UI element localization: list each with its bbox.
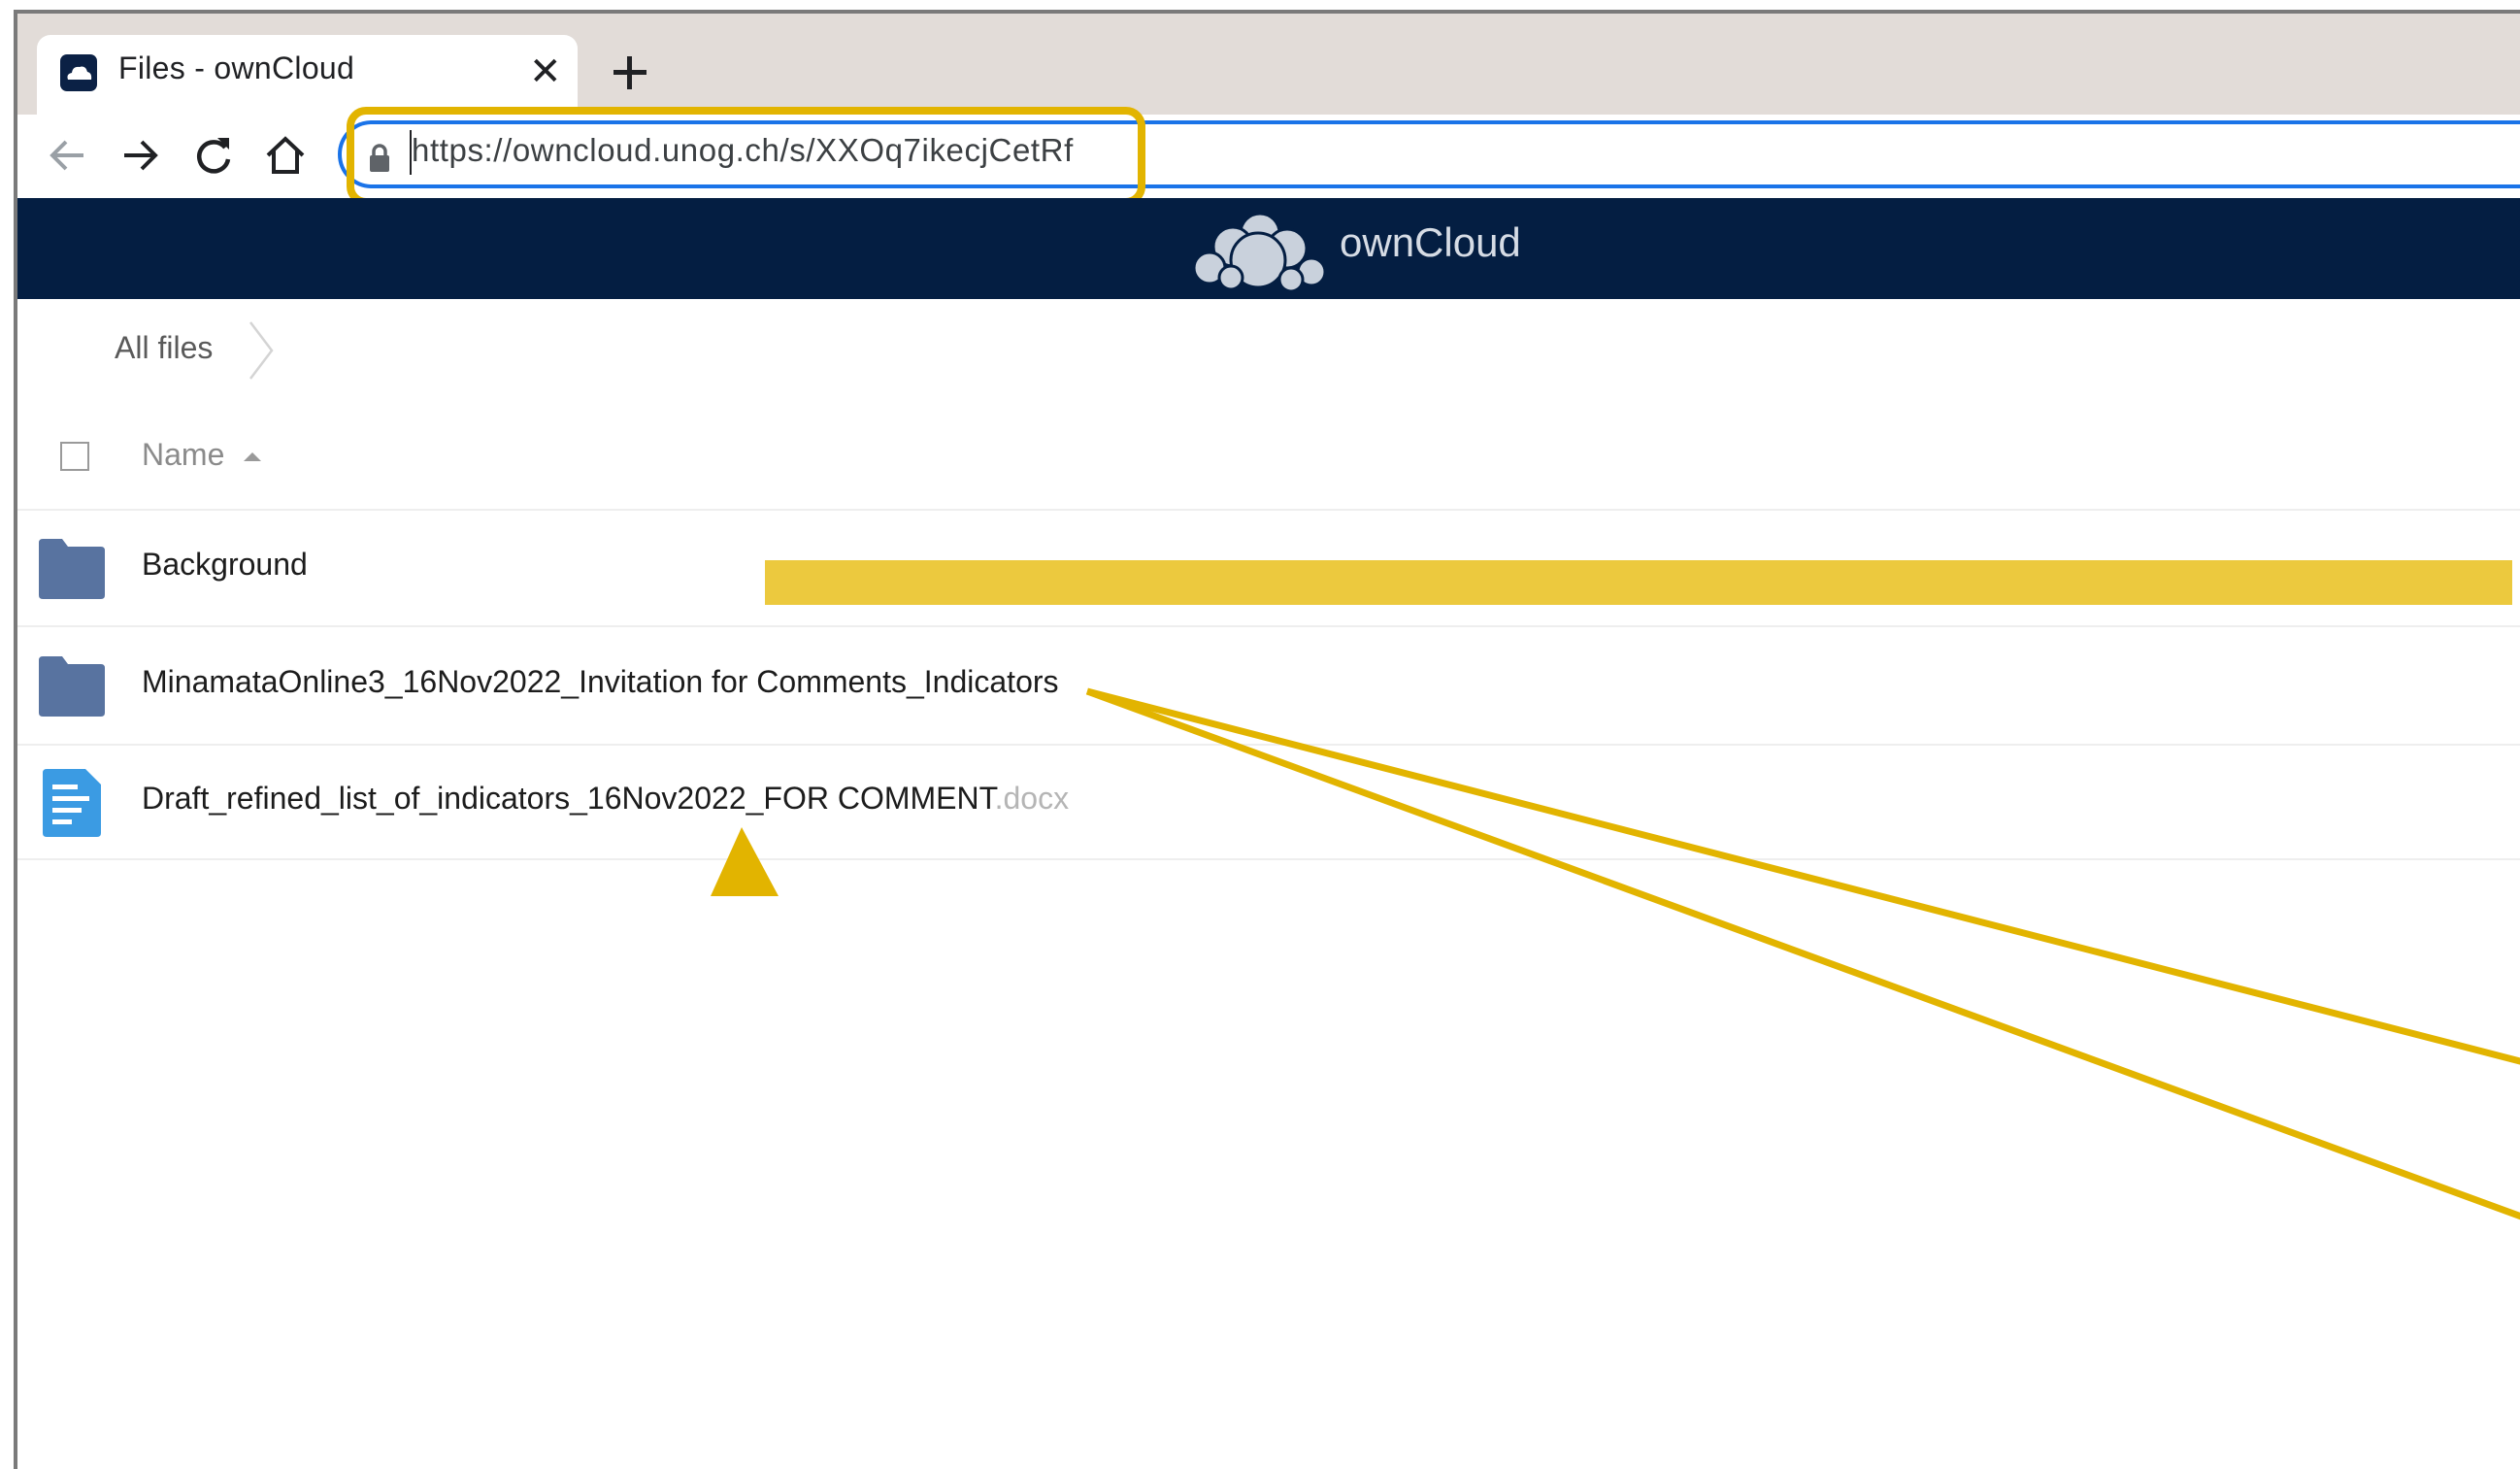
- arrow-left-icon[interactable]: [45, 132, 91, 179]
- url-highlight-annotation: [347, 107, 1145, 206]
- table-row[interactable]: Draft_refined_list_of_indicators_16Nov20…: [17, 744, 2520, 858]
- tab-strip: Files - ownCloud ✕: [17, 14, 2520, 115]
- home-icon[interactable]: [262, 132, 309, 179]
- brand-name: ownCloud: [1340, 219, 1521, 265]
- file-name[interactable]: MinamataOnline3_16Nov2022_Invitation for…: [142, 664, 1059, 700]
- select-all-checkbox[interactable]: [60, 442, 89, 471]
- owncloud-logo-icon[interactable]: [1190, 208, 1331, 295]
- table-divider: [17, 858, 2520, 860]
- reload-icon[interactable]: [190, 132, 237, 179]
- file-name[interactable]: Background: [142, 547, 308, 583]
- plus-icon[interactable]: [608, 50, 652, 95]
- tab-title: Files - ownCloud: [118, 50, 355, 85]
- sort-ascending-icon[interactable]: [243, 449, 262, 462]
- file-basename: Draft_refined_list_of_indicators_16Nov20…: [142, 781, 995, 816]
- folder-icon: [39, 656, 105, 717]
- owncloud-header: ownCloud: [17, 198, 2520, 299]
- tab-files-owncloud[interactable]: Files - ownCloud ✕: [37, 35, 578, 115]
- table-row[interactable]: MinamataOnline3_16Nov2022_Invitation for…: [17, 627, 2520, 742]
- arrow-right-icon[interactable]: [116, 132, 163, 179]
- file-name[interactable]: Draft_refined_list_of_indicators_16Nov20…: [142, 781, 1069, 817]
- breadcrumb-all-files[interactable]: All files: [115, 330, 213, 366]
- owncloud-favicon-icon: [60, 54, 97, 91]
- folder-icon: [39, 539, 105, 599]
- tab-close-icon[interactable]: ✕: [529, 52, 562, 91]
- document-icon: [43, 769, 101, 837]
- breadcrumb-chevron-icon: [247, 320, 276, 381]
- highlight-bar-annotation: [765, 560, 2512, 605]
- file-extension: .docx: [994, 781, 1070, 816]
- column-header-name[interactable]: Name: [142, 437, 224, 473]
- browser-window: Files - ownCloud ✕ https://owncloud.unog…: [14, 10, 2520, 1469]
